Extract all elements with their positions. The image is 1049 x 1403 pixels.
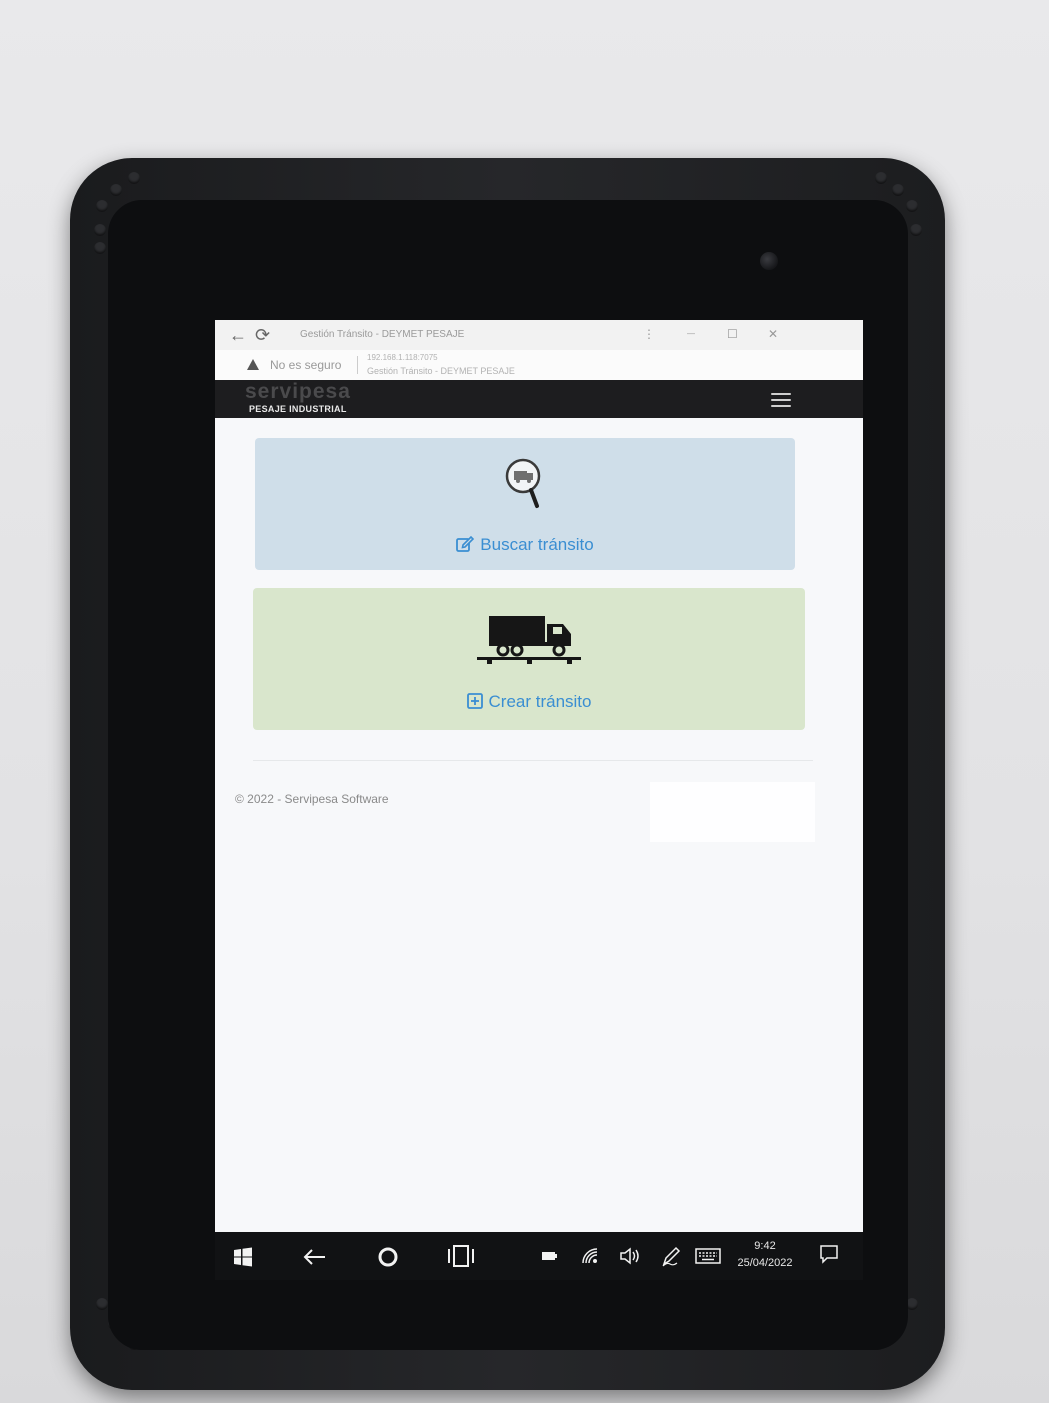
truck-on-scale-icon (477, 616, 581, 664)
plus-square-icon (466, 693, 483, 709)
address-bar[interactable]: No es seguro 192.168.1.118:7075 Gestión … (215, 350, 863, 381)
bumper-dot (110, 184, 122, 196)
truck-magnifier-icon (505, 458, 541, 508)
taskbar-clock[interactable]: 9:42 25/04/2022 (735, 1238, 795, 1272)
warning-icon[interactable] (247, 359, 259, 370)
screen-glare (650, 782, 815, 842)
tablet-device: ← ⟳ Gestión Tránsito - DEYMET PESAJE ⋮ —… (70, 158, 945, 1390)
keyboard-icon[interactable] (695, 1248, 721, 1264)
create-transit-card[interactable]: Crear tránsito (253, 588, 805, 730)
bumper-dot (875, 172, 887, 184)
clock-date: 25/04/2022 (737, 1257, 793, 1269)
camera-icon (760, 252, 778, 270)
search-transit-label[interactable]: Buscar tránsito (480, 535, 593, 554)
tablet-bezel: ← ⟳ Gestión Tránsito - DEYMET PESAJE ⋮ —… (108, 200, 908, 1350)
windows-start-icon[interactable] (233, 1247, 253, 1267)
bumper-dot (910, 224, 922, 236)
wifi-icon[interactable] (581, 1247, 599, 1265)
minimize-icon[interactable]: — (687, 327, 695, 341)
back-arrow-icon[interactable]: ← (229, 326, 247, 344)
cortana-icon[interactable] (377, 1246, 399, 1268)
browser-title-bar: ← ⟳ Gestión Tránsito - DEYMET PESAJE ⋮ —… (215, 320, 863, 351)
bumper-dot (128, 172, 140, 184)
task-view-icon[interactable] (447, 1244, 475, 1268)
screen: ← ⟳ Gestión Tránsito - DEYMET PESAJE ⋮ —… (215, 320, 863, 1280)
notifications-icon[interactable] (819, 1244, 839, 1264)
bumper-dot (892, 184, 904, 196)
hamburger-icon[interactable] (771, 393, 791, 407)
windows-taskbar: 9:42 25/04/2022 (215, 1232, 863, 1280)
url-text[interactable]: 192.168.1.118:7075 (367, 353, 438, 362)
site-navbar: servipesa PESAJE INDUSTRIAL (215, 380, 863, 418)
address-divider (357, 356, 358, 374)
search-transit-card[interactable]: Buscar tránsito (255, 438, 795, 570)
tab-title[interactable]: Gestión Tránsito - DEYMET PESAJE (300, 329, 464, 340)
search-transit-link[interactable]: Buscar tránsito (255, 535, 795, 555)
close-icon[interactable]: ✕ (768, 327, 778, 341)
bumper-dot (96, 200, 108, 212)
edit-icon (456, 535, 475, 552)
create-transit-label[interactable]: Crear tránsito (489, 692, 592, 711)
logo-subtitle[interactable]: PESAJE INDUSTRIAL (249, 404, 347, 414)
pen-icon[interactable] (661, 1245, 681, 1267)
maximize-icon[interactable]: ☐ (727, 327, 738, 341)
bumper-dot (96, 1298, 108, 1310)
security-label[interactable]: No es seguro (270, 358, 341, 372)
footer-copyright: © 2022 - Servipesa Software (235, 792, 389, 806)
bumper-dot (94, 224, 106, 236)
logo-wordmark[interactable]: servipesa (245, 380, 351, 404)
refresh-icon[interactable]: ⟳ (255, 326, 270, 344)
volume-icon[interactable] (619, 1246, 641, 1266)
footer-divider (253, 760, 813, 761)
bumper-dot (906, 200, 918, 212)
url-page-title: Gestión Tránsito - DEYMET PESAJE (367, 366, 515, 376)
back-arrow-icon[interactable] (303, 1248, 327, 1266)
clock-time: 9:42 (754, 1240, 776, 1252)
browser-menu-icon[interactable]: ⋮ (643, 327, 655, 341)
battery-icon[interactable] (541, 1250, 559, 1262)
create-transit-link[interactable]: Crear tránsito (253, 692, 805, 712)
bumper-dot (94, 242, 106, 254)
